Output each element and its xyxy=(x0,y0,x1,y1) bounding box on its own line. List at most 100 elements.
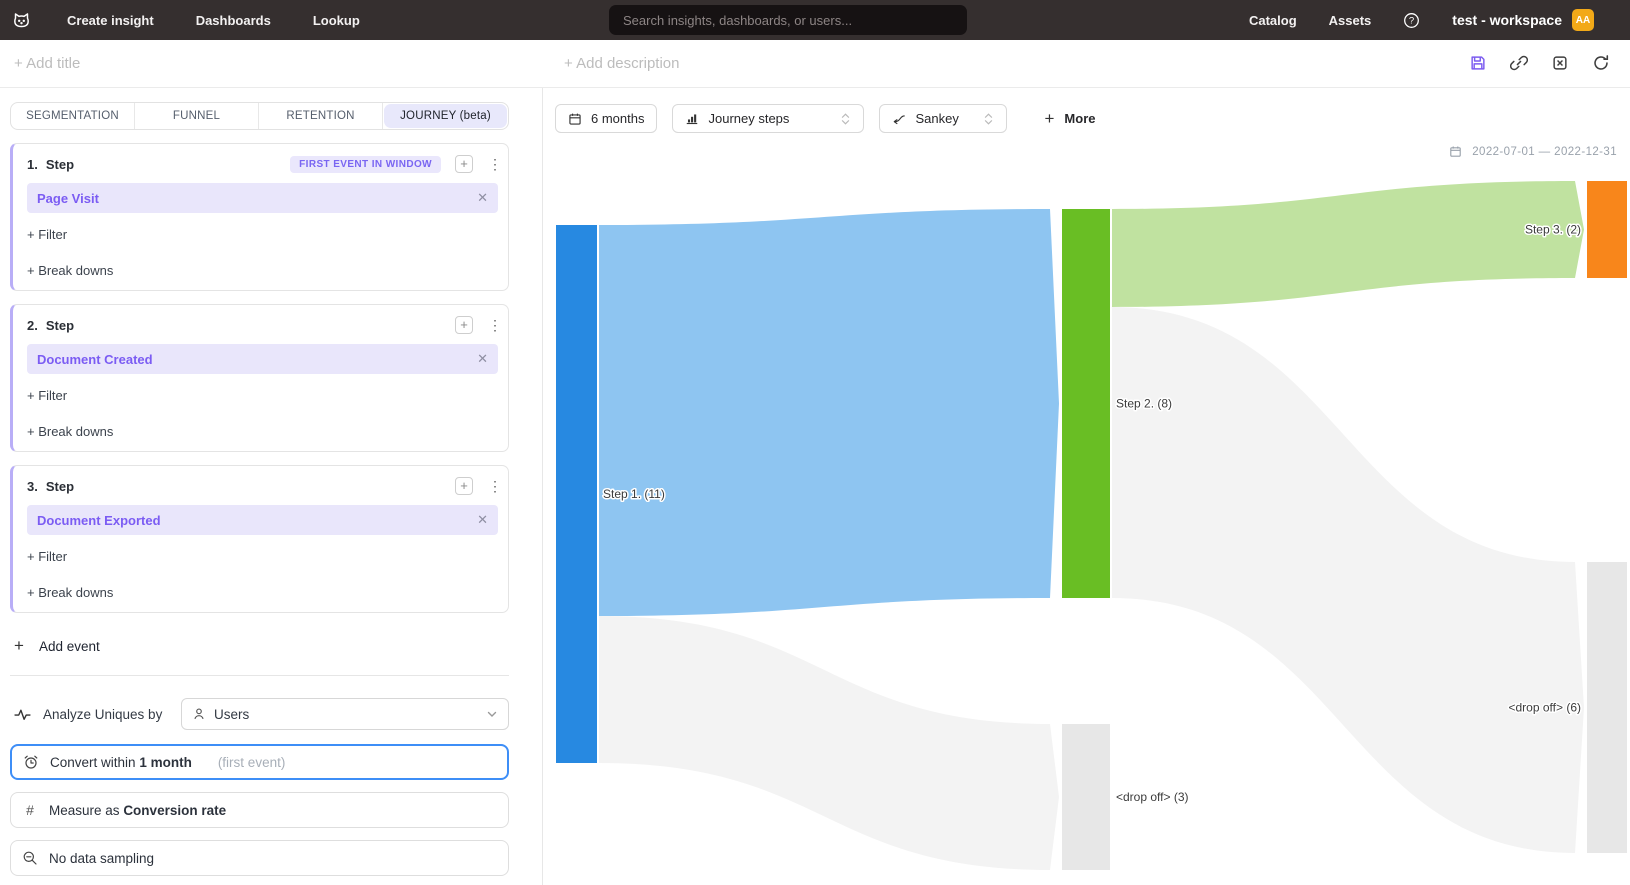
step-number: 2. xyxy=(27,318,38,333)
step-card-2: 2. Step + ⋮ Document Created ✕ + Filter … xyxy=(10,304,509,452)
add-title-field[interactable]: + Add title xyxy=(14,55,80,72)
plus-icon: + xyxy=(14,636,24,656)
sankey-node-drop6[interactable] xyxy=(1587,562,1627,853)
chart-type-select[interactable]: Sankey xyxy=(879,104,1007,133)
analyze-by-select[interactable]: Users xyxy=(181,698,509,730)
nav-catalog[interactable]: Catalog xyxy=(1249,13,1297,28)
avatar[interactable]: AA xyxy=(1572,9,1594,31)
user-icon xyxy=(192,707,206,721)
date-range-button[interactable]: 6 months xyxy=(555,104,657,133)
event-name[interactable]: Document Exported xyxy=(37,513,161,528)
sankey-label-drop3: <drop off> (3) xyxy=(1116,790,1189,804)
remove-event-icon[interactable]: ✕ xyxy=(477,351,488,367)
save-icon[interactable] xyxy=(1469,54,1487,72)
add-event-to-step-button[interactable]: + xyxy=(455,155,473,173)
sankey-label-step1: Step 1. (11) xyxy=(603,487,665,501)
sankey-node-step3[interactable] xyxy=(1587,181,1627,278)
conversion-window-hint: (first event) xyxy=(218,755,286,770)
analyze-label: Analyze Uniques by xyxy=(43,707,162,722)
help-icon[interactable]: ? xyxy=(1403,12,1420,29)
sankey-label-drop6: <drop off> (6) xyxy=(1509,701,1582,715)
tab-journey[interactable]: JOURNEY (beta) xyxy=(384,104,507,128)
step-menu-icon[interactable]: ⋮ xyxy=(488,156,498,173)
event-row[interactable]: Document Created ✕ xyxy=(27,344,498,374)
add-filter-link[interactable]: + Filter xyxy=(27,388,498,403)
app-logo-cat-icon[interactable] xyxy=(10,9,33,32)
data-sampling-text: No data sampling xyxy=(49,851,154,866)
add-breakdown-link[interactable]: + Break downs xyxy=(27,585,498,600)
nav-dashboards[interactable]: Dashboards xyxy=(196,13,271,28)
title-bar: + Add title + Add description xyxy=(0,40,1630,88)
select-caret-icon xyxy=(840,112,851,126)
sankey-label-step2: Step 2. (8) xyxy=(1116,397,1172,411)
conversion-window-text: Convert within 1 month xyxy=(50,755,192,770)
sankey-link-step1-drop3[interactable] xyxy=(599,616,1059,870)
add-breakdown-link[interactable]: + Break downs xyxy=(27,424,498,439)
hash-icon: # xyxy=(22,802,38,818)
step-number: 1. xyxy=(27,157,38,172)
copy-link-icon[interactable] xyxy=(1510,54,1528,72)
zoom-out-icon xyxy=(22,850,38,866)
add-breakdown-link[interactable]: + Break downs xyxy=(27,263,498,278)
chart-view-select[interactable]: Journey steps xyxy=(672,104,864,133)
data-sampling-button[interactable]: No data sampling xyxy=(10,840,509,876)
refresh-icon[interactable] xyxy=(1592,54,1610,72)
more-options-button[interactable]: + More xyxy=(1032,104,1107,133)
sankey-node-step1[interactable] xyxy=(556,225,597,763)
first-event-badge: FIRST EVENT IN WINDOW xyxy=(290,156,441,173)
event-row[interactable]: Document Exported ✕ xyxy=(27,505,498,535)
nav-lookup[interactable]: Lookup xyxy=(313,13,360,28)
add-filter-link[interactable]: + Filter xyxy=(27,549,498,564)
tab-retention[interactable]: RETENTION xyxy=(259,103,383,129)
insight-type-tabs: SEGMENTATION FUNNEL RETENTION JOURNEY (b… xyxy=(10,102,509,130)
add-event-button[interactable]: + Add event xyxy=(10,636,509,656)
measure-as-text: Measure as Conversion rate xyxy=(49,803,226,818)
plus-icon: + xyxy=(1044,109,1054,129)
conversion-window-button[interactable]: Convert within 1 month (first event) xyxy=(10,744,509,780)
top-navbar: Create insight Dashboards Lookup Catalog… xyxy=(0,0,1630,40)
nav-create-insight[interactable]: Create insight xyxy=(67,13,154,28)
add-event-to-step-button[interactable]: + xyxy=(455,316,473,334)
step-number: 3. xyxy=(27,479,38,494)
workspace-name[interactable]: test - workspace xyxy=(1452,12,1562,28)
chart-toolbar: 6 months Journey steps xyxy=(543,88,1630,133)
sankey-node-step2[interactable] xyxy=(1062,209,1110,598)
chevron-down-icon xyxy=(486,708,498,720)
add-filter-link[interactable]: + Filter xyxy=(27,227,498,242)
activity-icon xyxy=(14,706,31,723)
calendar-icon xyxy=(568,112,582,126)
tab-segmentation[interactable]: SEGMENTATION xyxy=(11,103,135,129)
analyze-row: Analyze Uniques by Users xyxy=(10,698,509,730)
nav-assets[interactable]: Assets xyxy=(1329,13,1372,28)
add-description-field[interactable]: + Add description xyxy=(564,55,680,72)
sankey-link-step2-drop6[interactable] xyxy=(1112,307,1584,853)
step-title: Step xyxy=(46,157,74,172)
sankey-label-step3: Step 3. (2) xyxy=(1525,223,1581,237)
step-card-1: 1. Step FIRST EVENT IN WINDOW + ⋮ Page V… xyxy=(10,143,509,291)
step-menu-icon[interactable]: ⋮ xyxy=(488,317,498,334)
select-caret-icon xyxy=(983,112,994,126)
tab-funnel[interactable]: FUNNEL xyxy=(135,103,259,129)
sankey-node-drop3[interactable] xyxy=(1062,724,1110,870)
sankey-link-step2-step3[interactable] xyxy=(1112,181,1584,307)
panel-divider xyxy=(10,675,509,676)
event-row[interactable]: Page Visit ✕ xyxy=(27,183,498,213)
svg-text:?: ? xyxy=(1409,15,1414,26)
event-name[interactable]: Page Visit xyxy=(37,191,99,206)
event-name[interactable]: Document Created xyxy=(37,352,153,367)
sankey-svg: Step 1. (11) Step 2. (8) Step 3. (2) <drop … xyxy=(530,140,1630,885)
step-menu-icon[interactable]: ⋮ xyxy=(488,478,498,495)
navbar-right: Catalog Assets ? test - workspace AA xyxy=(1217,9,1594,31)
remove-event-icon[interactable]: ✕ xyxy=(477,190,488,206)
step-title: Step xyxy=(46,318,74,333)
main-area: 6 months Journey steps xyxy=(543,88,1630,885)
measure-as-button[interactable]: # Measure as Conversion rate xyxy=(10,792,509,828)
export-x-icon[interactable] xyxy=(1551,54,1569,72)
step-card-3: 3. Step + ⋮ Document Exported ✕ + Filter… xyxy=(10,465,509,613)
sankey-icon xyxy=(892,112,906,126)
bar-chart-icon xyxy=(685,112,699,126)
sankey-link-step1-step2[interactable] xyxy=(599,209,1059,616)
add-event-to-step-button[interactable]: + xyxy=(455,477,473,495)
search-input[interactable] xyxy=(609,5,967,35)
remove-event-icon[interactable]: ✕ xyxy=(477,512,488,528)
